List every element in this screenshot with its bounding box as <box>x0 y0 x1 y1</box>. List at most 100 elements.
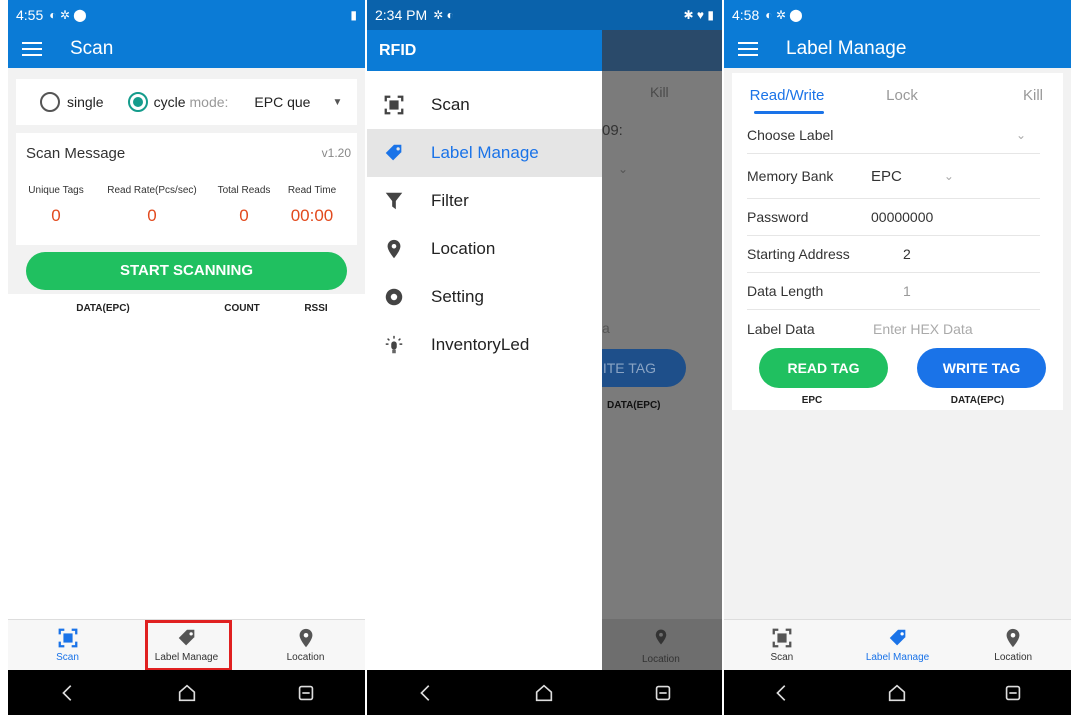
tab-kill[interactable]: Kill <box>962 87 1063 104</box>
home-icon[interactable] <box>533 682 555 704</box>
version-label: v1.20 <box>321 146 351 160</box>
recents-icon[interactable] <box>295 682 317 704</box>
stat-value: 00:00 <box>290 206 334 225</box>
scan-icon <box>772 628 792 648</box>
status-time: 4:55 <box>16 7 44 23</box>
led-icon <box>385 335 403 354</box>
back-icon[interactable] <box>771 682 793 704</box>
memory-bank-value: EPC <box>871 167 902 185</box>
bg-chevron-icon: ⌄ <box>618 162 629 176</box>
data-length-row: Data Length 1 <box>747 273 1040 310</box>
menu-icon[interactable] <box>738 42 758 56</box>
scan-screen: 4:55 ◐ ✲ ⬤ ▮ Scan single cycle mode: EPC… <box>8 0 365 715</box>
nav-scan-label: Scan <box>56 652 79 663</box>
menu-icon[interactable] <box>22 42 42 56</box>
home-icon[interactable] <box>176 682 198 704</box>
bg-location-icon <box>655 629 667 645</box>
password-row: Password 00000000 <box>747 199 1040 236</box>
bottom-nav: Scan Label Manage Location <box>724 619 1071 670</box>
nav-label-manage[interactable]: Label Manage <box>840 620 956 670</box>
memory-bank-row[interactable]: Memory Bank EPC ⌄ <box>747 154 1040 199</box>
drawer-item-label: Location <box>431 239 496 258</box>
nav-scan[interactable]: Scan <box>8 620 127 670</box>
label-form-card: Read/Write Lock Kill Choose Label ⌄ Memo… <box>732 73 1063 410</box>
nav-location[interactable]: Location <box>246 620 365 670</box>
choose-label-row[interactable]: Choose Label ⌄ <box>747 117 1040 154</box>
page-title: Scan <box>70 38 114 59</box>
chevron-down-icon: ⌄ <box>943 169 954 183</box>
label-data-row: Label Data Enter HEX Data <box>747 310 1040 347</box>
label-manage-screen: 4:58 ◐ ✲ ⬤ Label Manage Read/Write Lock … <box>724 0 1071 715</box>
data-length-label: Data Length <box>747 283 824 299</box>
bg-column-header: DATA(EPC) <box>607 400 661 411</box>
dimmed-background[interactable]: Kill 09: ⌄ a RITE TAG DATA(EPC) Location <box>562 30 722 670</box>
tab-label: Lock <box>886 86 918 104</box>
column-data-epc: DATA(EPC) <box>950 395 1005 406</box>
nav-location-label: Location <box>994 652 1033 663</box>
starting-address-label: Starting Address <box>747 246 850 262</box>
drawer-item-label-manage[interactable]: Label Manage <box>367 129 602 177</box>
system-nav <box>724 670 1071 715</box>
stat-value: 0 <box>239 206 249 225</box>
location-icon <box>1006 628 1020 648</box>
drawer-item-label: Filter <box>431 191 469 210</box>
back-icon[interactable] <box>57 682 79 704</box>
tab-read-write[interactable]: Read/Write <box>732 86 842 114</box>
back-icon[interactable] <box>415 682 437 704</box>
stat-column: Read Rate(Pcs/sec) 0 <box>96 185 208 226</box>
drawer-item-scan[interactable]: Scan <box>367 81 602 129</box>
tab-lock[interactable]: Lock <box>842 87 962 104</box>
highlight-box <box>145 620 232 671</box>
memory-bank-label: Memory Bank <box>747 168 834 184</box>
drawer-item-setting[interactable]: Setting <box>367 273 602 321</box>
scan-message-card: Scan Message v1.20 Unique Tags 0 Read Rate… <box>16 133 357 245</box>
page-title: Label Manage <box>786 38 907 59</box>
radio-cycle-label: cycle <box>153 94 186 110</box>
radio-cycle[interactable]: cycle <box>127 92 186 112</box>
bg-location-label: Location <box>642 654 680 665</box>
system-nav <box>367 670 722 715</box>
tab-label: Kill <box>1022 86 1043 104</box>
drawer-item-label: InventoryLed <box>431 335 530 354</box>
read-tag-button[interactable]: READ TAG <box>759 348 888 388</box>
column-epc: EPC <box>801 395 823 406</box>
nav-scan[interactable]: Scan <box>724 620 840 670</box>
drawer-item-inventory-led[interactable]: InventoryLed <box>367 321 602 369</box>
drawer-item-label: Setting <box>431 287 484 306</box>
scan-icon <box>58 628 77 648</box>
start-scanning-button[interactable]: START SCANNING <box>26 252 347 290</box>
signal-icon: ✱ ♥ ▮ <box>683 8 714 22</box>
stat-label: Read Time <box>287 185 337 196</box>
bottom-nav: Scan Label Manage Location <box>8 619 365 671</box>
stats-row: Unique Tags 0 Read Rate(Pcs/sec) 0 Total Rea… <box>16 185 357 226</box>
recents-icon[interactable] <box>652 682 674 704</box>
tab-label: Read/Write <box>749 86 825 104</box>
drawer-item-filter[interactable]: Filter <box>367 177 602 225</box>
drawer-item-location[interactable]: Location <box>367 225 602 273</box>
battery-icon: ▮ <box>350 8 357 22</box>
mode-select-value: EPC que <box>254 94 311 110</box>
home-icon[interactable] <box>886 682 908 704</box>
app-bar: Scan <box>8 30 365 68</box>
notification-icon: ✲ ◐ <box>433 8 454 22</box>
recents-icon[interactable] <box>1002 682 1024 704</box>
starting-address-field[interactable]: 2 <box>903 246 911 262</box>
label-data-input[interactable]: Enter HEX Data <box>873 321 973 337</box>
location-icon <box>387 239 401 259</box>
stat-column: Total Reads 0 <box>208 185 280 226</box>
stat-label: Unique Tags <box>28 185 84 196</box>
radio-single[interactable]: single <box>40 92 104 112</box>
drawer-item-label: Scan <box>431 95 470 114</box>
password-label: Password <box>747 209 809 225</box>
filter-icon <box>385 192 403 210</box>
status-time: 2:34 PM <box>375 7 428 23</box>
data-length-field[interactable]: 1 <box>903 283 911 299</box>
drawer-title: RFID <box>367 30 602 71</box>
mode-label: mode: <box>189 94 229 110</box>
label-data-label: Label Data <box>747 320 815 337</box>
nav-label-manage[interactable]: Label Manage <box>127 620 246 671</box>
password-field[interactable]: 00000000 <box>871 209 933 225</box>
nav-location[interactable]: Location <box>955 620 1071 670</box>
mode-select[interactable]: EPC que ▼ <box>254 94 342 110</box>
write-tag-button[interactable]: WRITE TAG <box>917 348 1046 388</box>
